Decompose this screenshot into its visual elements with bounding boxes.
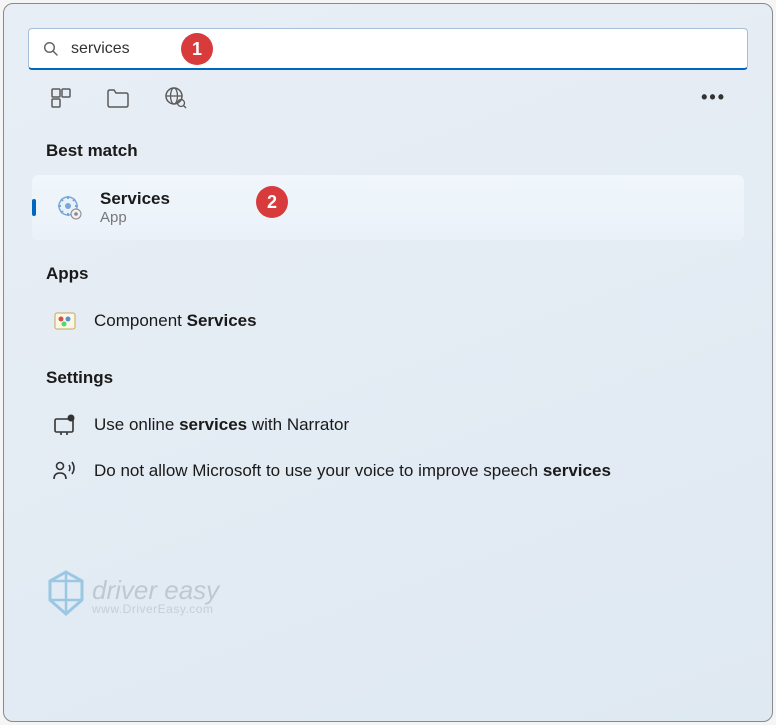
search-input[interactable] <box>71 40 733 58</box>
result-title: Services <box>100 189 170 209</box>
more-options-icon[interactable]: ••• <box>701 87 726 108</box>
filter-row: ••• <box>28 70 748 117</box>
apps-result-component-services[interactable]: Component Services <box>28 298 748 344</box>
watermark: driver easy www.DriverEasy.com <box>46 570 219 621</box>
component-services-icon <box>52 308 78 334</box>
search-bar[interactable]: 1 <box>28 28 748 70</box>
annotation-badge-1: 1 <box>181 33 213 65</box>
list-item-label: Component Services <box>94 311 257 331</box>
list-item-label: Use online services with Narrator <box>94 415 349 435</box>
speech-icon <box>52 458 78 484</box>
search-icon <box>43 41 59 57</box>
list-item-label: Do not allow Microsoft to use your voice… <box>94 461 611 481</box>
services-app-icon <box>56 194 84 222</box>
result-text-group: Services App <box>100 189 170 226</box>
documents-filter-icon[interactable] <box>106 87 130 109</box>
section-settings: Settings <box>28 344 748 402</box>
section-best-match: Best match <box>28 117 748 175</box>
start-search-window: 1 ••• Best match Services App 2 Apps Com… <box>3 3 773 722</box>
section-apps: Apps <box>28 240 748 298</box>
best-match-result[interactable]: Services App 2 <box>32 175 744 240</box>
watermark-sub: www.DriverEasy.com <box>92 603 219 615</box>
watermark-icon <box>46 570 86 621</box>
apps-filter-icon[interactable] <box>50 87 72 109</box>
settings-result-speech[interactable]: Do not allow Microsoft to use your voice… <box>28 448 748 494</box>
watermark-main: driver easy <box>92 577 219 603</box>
web-filter-icon[interactable] <box>164 86 187 109</box>
settings-result-narrator[interactable]: Use online services with Narrator <box>28 402 748 448</box>
narrator-icon <box>52 412 78 438</box>
result-subtitle: App <box>100 209 170 226</box>
annotation-badge-2: 2 <box>256 186 288 218</box>
